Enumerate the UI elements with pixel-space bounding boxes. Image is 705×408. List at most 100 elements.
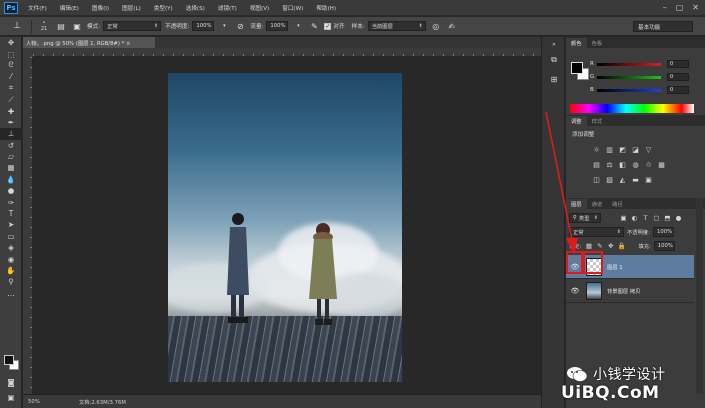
gradient-tool-icon[interactable]: ▦ xyxy=(0,162,22,173)
channel-mixer-icon[interactable]: ♲ xyxy=(644,160,653,169)
aligned-checkbox[interactable]: ✓ xyxy=(324,22,332,30)
filter-type-icon[interactable]: T xyxy=(641,213,650,222)
brush-size-preview[interactable]: • 21 xyxy=(37,20,51,32)
menu-type[interactable]: 类型(Y) xyxy=(154,4,173,12)
workspace-select[interactable]: 基本功能 xyxy=(633,21,693,32)
clone-stamp-tool-icon[interactable]: ⊥ xyxy=(0,128,22,140)
pressure-size-icon[interactable]: ✍ xyxy=(446,20,458,32)
mode-select[interactable]: 正常 ⬍ xyxy=(103,21,162,31)
panel-foreground-swatch[interactable] xyxy=(571,62,583,74)
lock-position-icon[interactable]: ✥ xyxy=(606,241,615,250)
maximize-button[interactable]: ▢ xyxy=(676,3,684,12)
collapse-panels-icon[interactable]: » xyxy=(543,40,565,48)
color-lookup-icon[interactable]: ▦ xyxy=(657,160,666,169)
path-selection-tool-icon[interactable]: ➤ xyxy=(0,219,22,230)
menu-filter[interactable]: 滤镜(T) xyxy=(218,4,237,12)
layer-opacity-input[interactable]: 100% xyxy=(652,226,674,237)
ignore-adjustment-layers-icon[interactable]: ◎ xyxy=(430,20,442,32)
levels-icon[interactable]: ▥ xyxy=(605,145,614,154)
red-value[interactable]: 0 xyxy=(667,60,689,68)
opacity-input[interactable]: 100% xyxy=(192,21,215,31)
layer-name[interactable]: 背景图层 拷贝 xyxy=(607,287,640,295)
tab-paths[interactable]: 路径 xyxy=(607,199,628,209)
3d-tool-icon[interactable]: ◈ xyxy=(0,242,22,253)
posterize-icon[interactable]: ▨ xyxy=(605,175,614,184)
black-white-icon[interactable]: ◧ xyxy=(618,160,627,169)
zoom-tool-icon[interactable]: ⚲ xyxy=(0,276,22,287)
menu-file[interactable]: 文件(F) xyxy=(28,4,47,12)
close-button[interactable]: ✕ xyxy=(692,3,699,12)
lock-pixels-icon[interactable]: ✎ xyxy=(595,241,604,250)
lasso-tool-icon[interactable]: ᘓ xyxy=(0,60,22,71)
layer-row[interactable]: 👁 背景图层 拷贝 xyxy=(566,279,694,303)
3d-camera-tool-icon[interactable]: ◉ xyxy=(0,253,22,264)
more-tools-icon[interactable]: … xyxy=(0,288,22,299)
layer-name[interactable]: 图层 1 xyxy=(607,263,623,271)
blur-tool-icon[interactable]: 💧 xyxy=(0,174,22,185)
brightness-contrast-icon[interactable]: ☼ xyxy=(592,145,601,154)
exposure-icon[interactable]: ◪ xyxy=(631,145,640,154)
eyedropper-tool-icon[interactable]: ⟋ xyxy=(0,94,22,105)
brush-tool-icon[interactable]: ✒ xyxy=(0,117,22,128)
minimize-button[interactable]: – xyxy=(663,3,667,12)
screen-mode-icon[interactable]: ▣ xyxy=(0,392,22,403)
lock-all-icon[interactable]: 🔒 xyxy=(617,241,626,250)
menu-view[interactable]: 视图(V) xyxy=(250,4,269,12)
threshold-icon[interactable]: ◭ xyxy=(618,175,627,184)
document-canvas-image[interactable] xyxy=(168,73,402,382)
filter-toggle-icon[interactable]: ● xyxy=(674,213,683,222)
filter-adjustment-icon[interactable]: ◐ xyxy=(630,213,639,222)
red-slider[interactable] xyxy=(597,62,661,66)
eraser-tool-icon[interactable]: ▱ xyxy=(0,151,22,162)
sample-select[interactable]: 当前图层 ⬍ xyxy=(367,21,426,31)
pressure-opacity-icon[interactable]: ⊘ xyxy=(234,20,246,32)
menu-edit[interactable]: 编辑(E) xyxy=(60,4,79,12)
rectangle-tool-icon[interactable]: ▭ xyxy=(0,231,22,242)
tab-color[interactable]: 颜色 xyxy=(566,38,587,48)
menu-layer[interactable]: 图层(L) xyxy=(122,4,141,12)
history-brush-tool-icon[interactable]: ↺ xyxy=(0,140,22,151)
photo-filter-icon[interactable]: ◍ xyxy=(631,160,640,169)
crop-tool-icon[interactable]: ⌗ xyxy=(0,83,22,94)
properties-panel-icon[interactable]: ⊞ xyxy=(543,71,565,88)
quick-mask-icon[interactable]: ◙ xyxy=(0,377,22,388)
history-panel-icon[interactable]: ⧉ xyxy=(543,51,565,68)
filter-pixel-icon[interactable]: ▣ xyxy=(619,213,628,222)
eye-icon[interactable]: 👁 xyxy=(569,285,581,297)
layers-scrollbar[interactable] xyxy=(696,198,703,394)
ruler-origin[interactable] xyxy=(23,48,33,57)
gradient-map-icon[interactable]: ▬ xyxy=(631,175,640,184)
pen-tool-icon[interactable]: ✑ xyxy=(0,196,22,207)
quick-selection-tool-icon[interactable]: ⁄ xyxy=(0,71,22,82)
blue-value[interactable]: 0 xyxy=(667,86,689,94)
vibrance-icon[interactable]: ▽ xyxy=(644,145,653,154)
dodge-tool-icon[interactable]: ● xyxy=(0,185,22,196)
clone-stamp-tool-preset-icon[interactable]: ⊥ xyxy=(8,19,26,33)
vertical-ruler[interactable] xyxy=(23,57,33,394)
clone-source-panel-icon[interactable]: ▣ xyxy=(71,20,83,32)
hue-saturation-icon[interactable]: ▤ xyxy=(592,160,601,169)
airbrush-icon[interactable]: ✎ xyxy=(308,20,320,32)
menu-help[interactable]: 帮助(H) xyxy=(316,4,336,12)
menu-window[interactable]: 窗口(W) xyxy=(282,4,303,12)
horizontal-ruler[interactable] xyxy=(33,48,541,57)
document-tab[interactable]: 人物。.png @ 50% (图层 1, RGB/8#) * × xyxy=(23,37,155,48)
brush-panel-icon[interactable]: ▤ xyxy=(55,20,67,32)
flow-dropdown-icon[interactable]: ▾ xyxy=(292,20,304,32)
selective-color-icon[interactable]: ▣ xyxy=(644,175,653,184)
green-value[interactable]: 0 xyxy=(667,73,689,81)
opacity-dropdown-icon[interactable]: ▾ xyxy=(218,20,230,32)
move-tool-icon[interactable]: ✥ xyxy=(0,37,22,48)
curves-icon[interactable]: ◩ xyxy=(618,145,627,154)
fill-input[interactable]: 100% xyxy=(653,240,675,251)
color-balance-icon[interactable]: ⚖ xyxy=(605,160,614,169)
tab-swatches[interactable]: 色板 xyxy=(587,38,608,48)
blue-slider[interactable] xyxy=(597,88,661,92)
foreground-color-swatch[interactable] xyxy=(4,355,14,365)
filter-smart-object-icon[interactable]: ⬒ xyxy=(663,213,672,222)
hand-tool-icon[interactable]: ✋ xyxy=(0,265,22,276)
green-slider[interactable] xyxy=(597,75,661,79)
menu-image[interactable]: 图像(I) xyxy=(92,4,109,12)
marquee-tool-icon[interactable]: ⬚ xyxy=(0,48,22,59)
filter-shape-icon[interactable]: ▢ xyxy=(652,213,661,222)
